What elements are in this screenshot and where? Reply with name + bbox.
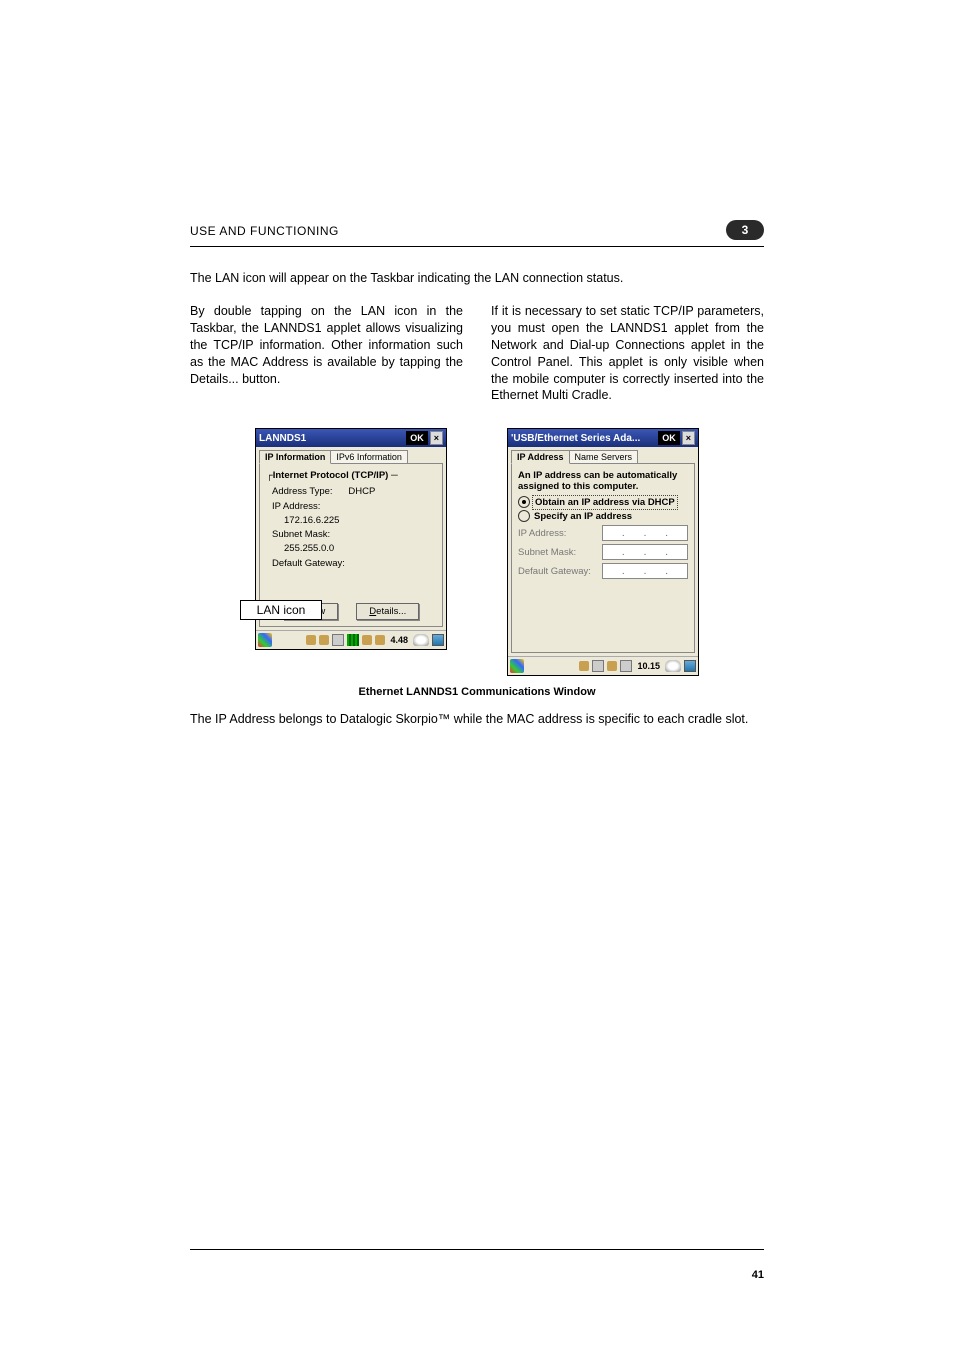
ip-input[interactable]: ...: [602, 525, 688, 541]
details-label: etails...: [376, 606, 406, 617]
usbeth-title: 'USB/Ethernet Series Ada...: [511, 433, 640, 444]
static-mask-label: Subnet Mask:: [518, 547, 598, 558]
close-button[interactable]: ×: [430, 431, 443, 445]
tray-icon[interactable]: [579, 661, 589, 671]
closing-text: The IP Address belongs to Datalogic Skor…: [190, 712, 764, 726]
start-icon[interactable]: [258, 633, 272, 647]
keyboard-icon[interactable]: [620, 660, 632, 672]
usbeth-tabs: IP Address Name Servers: [508, 447, 698, 464]
tray-icon[interactable]: [375, 635, 385, 645]
screenshots-row: LANNDS1 OK × IP Information IPv6 Informa…: [190, 428, 764, 676]
addr-type-value: DHCP: [348, 486, 375, 497]
keyboard-icon[interactable]: [332, 634, 344, 646]
tab-name-servers[interactable]: Name Servers: [569, 450, 639, 464]
page-header: USE AND FUNCTIONING 3: [190, 220, 764, 242]
lan-icon-callout: LAN icon: [240, 600, 322, 620]
lannds1-tabs: IP Information IPv6 Information: [256, 447, 446, 464]
titlebar-buttons: OK ×: [658, 431, 695, 445]
page-number: 41: [752, 1269, 764, 1281]
ok-button[interactable]: OK: [406, 431, 428, 445]
taskbar-left: 4.48: [256, 630, 446, 649]
two-column-text: By double tapping on the LAN icon in the…: [190, 303, 764, 404]
radio-dhcp-label: Obtain an IP address via DHCP: [534, 497, 676, 508]
tcpip-values: Address Type: DHCP IP Address: 172.16.6.…: [266, 485, 436, 571]
keyboard-icon[interactable]: [592, 660, 604, 672]
left-column: By double tapping on the LAN icon in the…: [190, 303, 463, 404]
footer-rule: [190, 1249, 764, 1250]
tray-icon[interactable]: [306, 635, 316, 645]
ip-value: 172.16.6.225: [272, 514, 436, 528]
cloud-icon[interactable]: [665, 660, 681, 672]
cloud-icon[interactable]: [413, 634, 429, 646]
header-rule: [190, 246, 764, 247]
details-button[interactable]: Details...: [356, 603, 419, 620]
usbeth-tab-body: An IP address can be automatically assig…: [511, 463, 695, 653]
gateway-label: Default Gateway:: [272, 557, 436, 571]
mask-label: Subnet Mask:: [272, 528, 436, 542]
mask-input[interactable]: ...: [602, 544, 688, 560]
fieldset-label: ┌Internet Protocol (TCP/IP) ─: [266, 470, 436, 481]
desktop-icon[interactable]: [684, 660, 696, 672]
static-gw-label: Default Gateway:: [518, 566, 598, 577]
intro-text: The LAN icon will appear on the Taskbar …: [190, 271, 764, 285]
ok-button[interactable]: OK: [658, 431, 680, 445]
chapter-badge-wrap: 3: [714, 220, 764, 242]
static-ip-row: IP Address: ...: [518, 525, 688, 541]
gateway-input[interactable]: ...: [602, 563, 688, 579]
tray-icon[interactable]: [607, 661, 617, 671]
tray-icon[interactable]: [362, 635, 372, 645]
radio-icon: [518, 496, 530, 508]
static-gw-row: Default Gateway: ...: [518, 563, 688, 579]
mask-value: 255.255.0.0: [272, 542, 436, 556]
tab-ip-address[interactable]: IP Address: [511, 450, 570, 464]
header-title: USE AND FUNCTIONING: [190, 224, 339, 238]
radio-dhcp[interactable]: Obtain an IP address via DHCP: [518, 496, 688, 508]
desktop-icon[interactable]: [432, 634, 444, 646]
static-ip-label: IP Address:: [518, 528, 598, 539]
static-mask-row: Subnet Mask: ...: [518, 544, 688, 560]
taskbar-time: 4.48: [390, 635, 408, 645]
dhcp-hint: An IP address can be automatically assig…: [518, 470, 688, 492]
radio-icon: [518, 510, 530, 522]
screenshot-left-wrapper: LANNDS1 OK × IP Information IPv6 Informa…: [255, 428, 447, 676]
taskbar-right: 10.15: [508, 656, 698, 675]
radio-static-label: Specify an IP address: [534, 511, 632, 522]
taskbar-time: 10.15: [637, 661, 660, 671]
tray-icon[interactable]: [319, 635, 329, 645]
chapter-badge: 3: [726, 220, 764, 240]
figure-caption: Ethernet LANNDS1 Communications Window: [190, 686, 764, 698]
lannds1-title: LANNDS1: [259, 433, 306, 444]
close-button[interactable]: ×: [682, 431, 695, 445]
usb-ethernet-window: 'USB/Ethernet Series Ada... OK × IP Addr…: [507, 428, 699, 676]
lannds1-titlebar: LANNDS1 OK ×: [256, 429, 446, 447]
addr-type-label: Address Type:: [272, 486, 333, 497]
tab-ipv6-information[interactable]: IPv6 Information: [330, 450, 408, 464]
right-column: If it is necessary to set static TCP/IP …: [491, 303, 764, 404]
usbeth-titlebar: 'USB/Ethernet Series Ada... OK ×: [508, 429, 698, 447]
radio-static[interactable]: Specify an IP address: [518, 510, 688, 522]
start-icon[interactable]: [510, 659, 524, 673]
titlebar-buttons: OK ×: [406, 431, 443, 445]
tab-ip-information[interactable]: IP Information: [259, 450, 331, 464]
network-icon[interactable]: [347, 634, 359, 646]
ip-label: IP Address:: [272, 500, 436, 514]
document-page: USE AND FUNCTIONING 3 The LAN icon will …: [0, 0, 954, 1351]
